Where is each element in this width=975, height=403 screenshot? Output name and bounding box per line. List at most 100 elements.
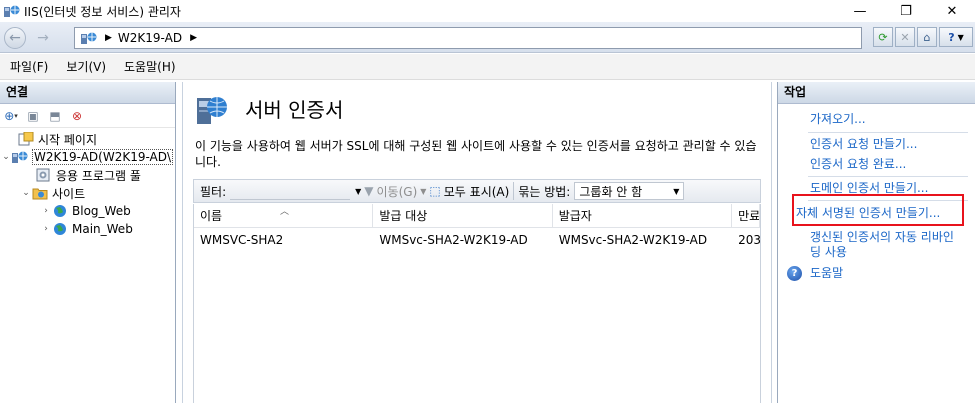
filter-input[interactable] — [230, 182, 351, 200]
stop-icon: ✕ — [900, 30, 910, 44]
tree-item-label: Main_Web — [72, 222, 133, 236]
show-all-label: 모두 표시(A) — [443, 184, 510, 199]
address-toolbar: ⟳ ✕ ⌂ ? ▼ — [873, 27, 973, 47]
disconnect-button[interactable]: ⊗ — [68, 107, 86, 125]
window-title: IIS(인터넷 정보 서비스) 관리자 — [24, 4, 181, 19]
chevron-down-icon: ▾ — [14, 111, 18, 120]
menu-bar: 파일(F) 보기(V) 도움말(H) — [0, 54, 975, 80]
column-header-issued-by[interactable]: 발급자 — [553, 204, 733, 227]
filter-bar: 필터: ▼ ▼ 이동(G) ▼ ⬚ 모두 표시(A) 묶는 방법: 그룹화 안 … — [193, 179, 761, 203]
back-button[interactable]: ← — [4, 27, 26, 49]
maximize-button[interactable]: ❐ — [883, 0, 929, 22]
action-enable-auto-rebind-cont[interactable]: 딩 사용 — [810, 245, 847, 260]
arrow-left-icon: ← — [9, 30, 21, 46]
tree-item-main-web[interactable]: › Main_Web — [40, 220, 133, 238]
refresh-button[interactable]: ⟳ — [873, 27, 893, 47]
go-button[interactable]: ▼ 이동(G) — [364, 183, 417, 200]
go-label: 이동(G) — [376, 184, 418, 199]
up-level-button[interactable]: ⬒ — [46, 107, 64, 125]
tree-item-label: Blog_Web — [72, 204, 131, 218]
app-pool-icon — [36, 168, 52, 182]
tree-item-app-pools[interactable]: 응용 프로그램 풀 — [24, 166, 141, 184]
chevron-down-icon[interactable]: ▼ — [420, 187, 426, 196]
cell-issued-to: WMSvc-SHA2-W2K19-AD — [379, 233, 528, 247]
help-menu-button[interactable]: ? ▼ — [939, 27, 973, 47]
cell-expiration: 203 — [738, 233, 760, 247]
home-button[interactable]: ⌂ — [917, 27, 937, 47]
tree-item-blog-web[interactable]: › Blog_Web — [40, 202, 131, 220]
tree-item-label: 시작 페이지 — [38, 132, 98, 147]
menu-help[interactable]: 도움말(H) — [115, 54, 185, 80]
page-title: 서버 인증서 — [245, 98, 344, 122]
chevron-right-icon[interactable]: › — [40, 206, 52, 216]
server-icon — [81, 31, 97, 45]
chevron-down-icon[interactable]: ⌄ — [0, 152, 12, 162]
chevron-down-icon: ▼ — [673, 186, 680, 196]
feature-description: 이 기능을 사용하여 웹 서버가 SSL에 대해 구성된 웹 사이트에 사용할 … — [195, 139, 757, 169]
connections-pane: 연결 ⊕ ▾ ▣ ⬒ ⊗ 시작 페이지 ⌄ W2K19-AD(W2K19-AD\ … — [0, 82, 176, 403]
disconnect-icon: ⊗ — [71, 108, 83, 123]
connections-header: 연결 — [0, 82, 175, 104]
column-header-issued-to[interactable]: 발급 대상 — [373, 204, 553, 227]
connect-button[interactable]: ⊕ ▾ — [2, 107, 20, 125]
chevron-down-icon[interactable]: ⌄ — [20, 188, 32, 198]
chevron-down-icon[interactable]: ▼ — [355, 187, 361, 196]
column-header-expiration[interactable]: 만료 — [732, 204, 760, 227]
help-icon: ? — [787, 266, 802, 281]
globe-icon — [52, 222, 68, 236]
tree-item-server[interactable]: ⌄ W2K19-AD(W2K19-AD\ — [0, 148, 174, 166]
start-page-icon — [18, 131, 34, 146]
up-folder-icon: ⬒ — [49, 108, 61, 123]
stop-button[interactable]: ✕ — [895, 27, 915, 47]
save-icon: ▣ — [27, 108, 39, 123]
menu-file[interactable]: 파일(F) — [0, 54, 57, 80]
globe-icon — [52, 204, 68, 218]
show-all-button[interactable]: ⬚ 모두 표시(A) — [429, 183, 509, 200]
group-by-value: 그룹화 안 함 — [579, 184, 643, 199]
funnel-icon: ▼ — [364, 184, 374, 198]
refresh-icon: ⟳ — [878, 30, 888, 44]
action-create-certificate-request[interactable]: 인증서 요청 만들기... — [810, 137, 917, 152]
address-bar: ← → ▶ W2K19-AD ▶ ⟳ ✕ ⌂ ? ▼ — [0, 22, 975, 53]
group-by-select[interactable]: 그룹화 안 함 ▼ — [574, 182, 685, 200]
help-icon: ? — [948, 30, 955, 44]
certificates-table: 이름 ︿ 발급 대상 발급자 만료 WMSVC-SHA2 WMSvc-SHA2-… — [193, 204, 761, 403]
address-box[interactable]: ▶ W2K19-AD ▶ — [74, 27, 862, 49]
cell-issued-by: WMSvc-SHA2-W2K19-AD — [558, 233, 708, 247]
chevron-down-icon: ▼ — [957, 32, 964, 42]
action-enable-auto-rebind[interactable]: 갱신된 인증서의 자동 리바인 — [810, 230, 954, 245]
chevron-right-icon[interactable]: › — [40, 224, 52, 234]
server-icon — [12, 150, 28, 164]
home-icon: ⌂ — [923, 30, 931, 44]
feature-pane: 서버 인증서 이 기능을 사용하여 웹 서버가 SSL에 대해 구성된 웹 사이… — [182, 82, 772, 403]
close-button[interactable]: ✕ — [929, 0, 975, 22]
column-header-name[interactable]: 이름 ︿ — [194, 204, 374, 227]
connections-toolbar: ⊕ ▾ ▣ ⬒ ⊗ — [0, 104, 175, 128]
breadcrumb-separator-icon[interactable]: ▶ — [105, 33, 112, 43]
tree-item-label: 사이트 — [52, 186, 86, 201]
action-import[interactable]: 가져오기... — [810, 112, 866, 127]
action-help[interactable]: 도움말 — [810, 266, 843, 281]
highlight-box — [792, 194, 964, 226]
save-button[interactable]: ▣ — [24, 107, 42, 125]
tree-item-sites[interactable]: ⌄ 사이트 — [20, 184, 85, 202]
action-complete-certificate-request[interactable]: 인증서 요청 완료... — [810, 157, 906, 172]
group-by-label: 묶는 방법: — [518, 184, 571, 199]
arrow-right-icon: → — [37, 30, 49, 46]
server-certificate-icon — [193, 92, 229, 128]
actions-pane: 작업 가져오기... 인증서 요청 만들기... 인증서 요청 완료... 도메… — [777, 82, 975, 403]
table-header: 이름 ︿ 발급 대상 발급자 만료 — [194, 204, 760, 228]
globe-connect-icon: ⊕ — [4, 108, 15, 123]
window-controls: — ❐ ✕ — [837, 0, 975, 22]
tree-item-label: W2K19-AD(W2K19-AD\ — [32, 149, 174, 165]
tree-item-start-page[interactable]: 시작 페이지 — [6, 130, 97, 148]
title-bar: IIS(인터넷 정보 서비스) 관리자 — ❐ ✕ — [0, 0, 975, 22]
minimize-button[interactable]: — — [837, 0, 883, 22]
breadcrumb-server[interactable]: W2K19-AD — [118, 31, 182, 45]
table-row[interactable]: WMSVC-SHA2 WMSvc-SHA2-W2K19-AD WMSvc-SHA… — [194, 228, 760, 252]
iis-app-icon — [4, 4, 20, 18]
forward-button[interactable]: → — [32, 27, 54, 49]
filter-label: 필터: — [200, 184, 227, 199]
breadcrumb-separator-icon[interactable]: ▶ — [190, 33, 197, 43]
menu-view[interactable]: 보기(V) — [57, 54, 115, 80]
